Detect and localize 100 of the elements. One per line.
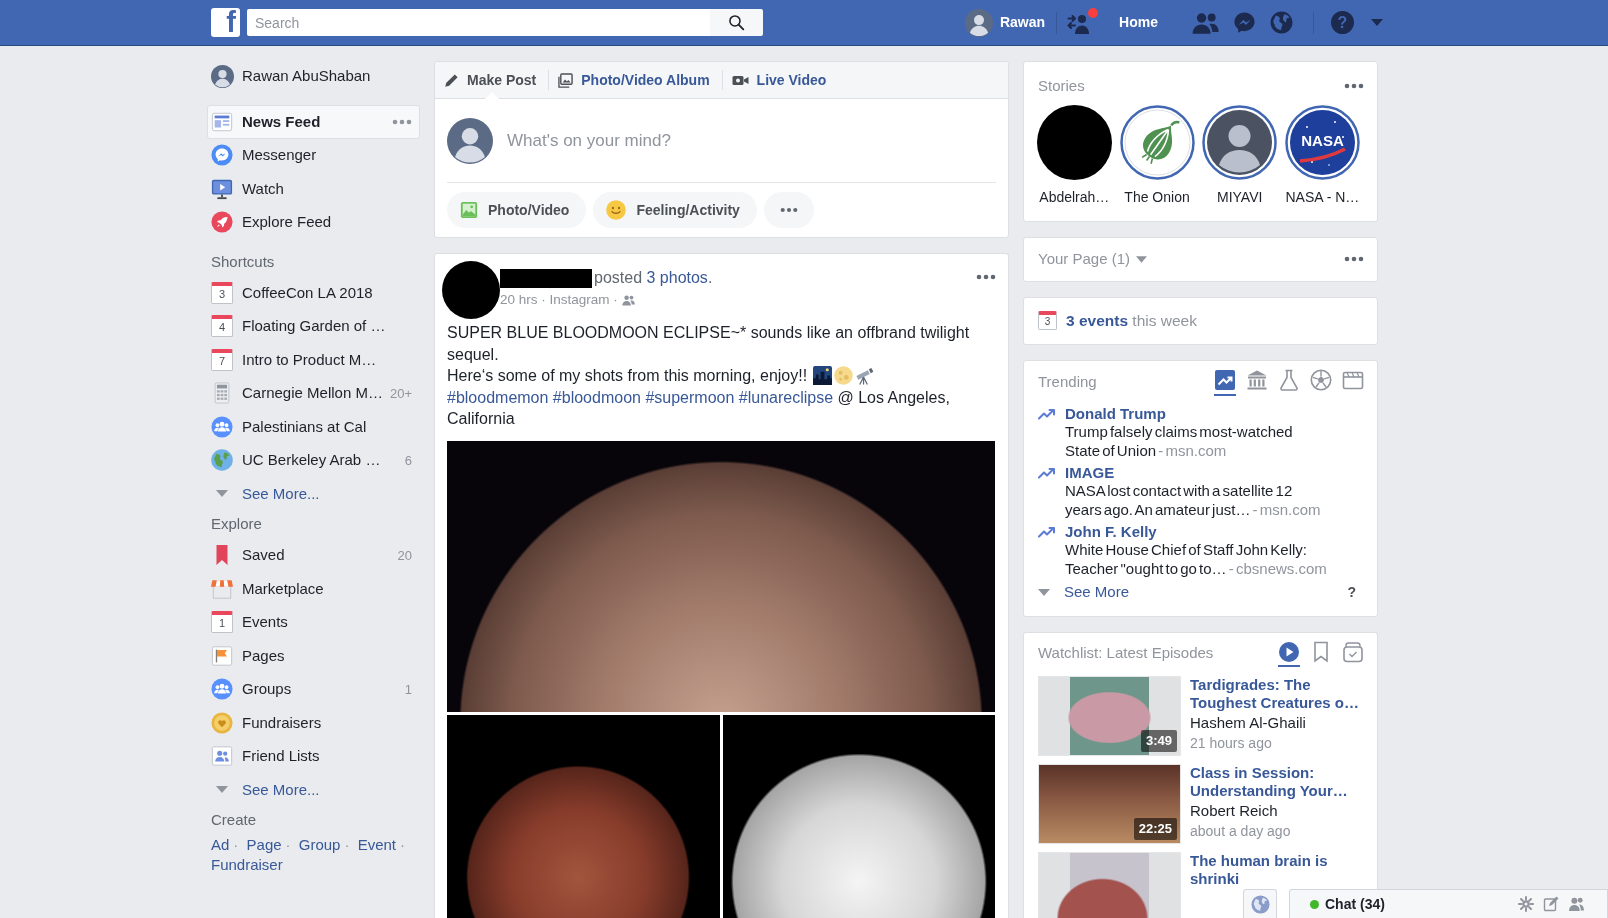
globe-icon (1250, 894, 1270, 914)
create-link[interactable]: Group (298, 835, 341, 853)
sidebar-link[interactable]: UC Berkeley Arab … 6 (207, 443, 420, 477)
duration-label: 3:49 (1140, 730, 1177, 752)
photo-album-icon (558, 72, 574, 88)
calendar-icon: 3 (1038, 311, 1057, 330)
more-button[interactable] (763, 192, 814, 228)
separator-dot: · (400, 835, 405, 853)
story-item[interactable]: The Onion (1115, 105, 1199, 216)
caret-icon (216, 490, 228, 498)
sidebar-link[interactable]: Messenger (207, 138, 420, 172)
post-input-field[interactable]: What's on your mind? (507, 127, 996, 154)
heart-coin-icon (211, 711, 233, 734)
see-more-link[interactable]: See More... (207, 773, 420, 807)
category-tab[interactable] (1278, 640, 1300, 667)
compose-icon[interactable] (1543, 896, 1559, 912)
moon-photo[interactable] (447, 440, 995, 712)
sidebar-link[interactable]: 1 Events (207, 605, 420, 639)
more-icon[interactable] (1344, 256, 1364, 263)
sidebar-link[interactable]: Saved 20 (207, 538, 420, 572)
composer-tab[interactable]: Photo/Video Album (549, 62, 722, 98)
sidebar-link[interactable]: Pages (207, 639, 420, 673)
trend-chart-icon (1214, 369, 1236, 391)
hashtag-link[interactable]: #supermoon (645, 388, 735, 406)
more-icon[interactable] (976, 274, 996, 280)
sidebar-link[interactable]: Friend Lists (207, 739, 420, 773)
video-thumbnail[interactable]: 3:49 (1038, 675, 1181, 756)
site-logo[interactable]: f (211, 8, 240, 37)
people-icon[interactable] (1568, 896, 1585, 912)
sidebar-link[interactable]: 3 CoffeeCon LA 2018 (207, 276, 420, 310)
sidebar-link[interactable]: Fundraisers (207, 706, 420, 740)
more-icon[interactable] (392, 118, 412, 125)
post-text: SUPER BLUE BLOODMOON ECLIPSE~* sounds like an offbrand twilight sequel. (447, 323, 971, 365)
sidebar-link[interactable]: 7 Intro to Product M… (207, 343, 420, 377)
trending-topic-link[interactable]: Donald Trump (1065, 404, 1166, 424)
caret-icon (1038, 589, 1050, 597)
see-more-link[interactable]: See More (1064, 581, 1130, 604)
feeling-activity-button[interactable]: Feeling/Activity (593, 192, 757, 228)
search-field[interactable]: Search (247, 9, 710, 36)
play-circle-icon (1278, 640, 1300, 663)
friends-icon[interactable] (1192, 10, 1219, 35)
duration-label: 22:25 (1133, 818, 1177, 840)
moon-photo[interactable] (722, 714, 995, 918)
create-link[interactable]: Ad (211, 835, 230, 853)
profile-link[interactable]: Rawan AbuShaban (207, 61, 420, 92)
composer-tab[interactable]: Live Video (722, 62, 839, 98)
photo-video-button[interactable]: Photo/Video (447, 192, 587, 228)
profile-link[interactable]: Rawan (964, 8, 1046, 37)
chat-label: Chat (34) (1325, 894, 1385, 914)
sidebar-link[interactable]: Watch (207, 172, 420, 206)
create-link[interactable]: Event (357, 835, 396, 853)
settings-icon[interactable] (1518, 896, 1534, 912)
chat-bar[interactable]: Chat (34) (1289, 889, 1608, 918)
search-button[interactable] (710, 9, 763, 36)
government-building-icon (1246, 369, 1268, 391)
episode-title-link[interactable]: Tardigrades: The Toughest Creatures o… (1190, 675, 1364, 713)
sidebar-link[interactable]: Carnegie Mellon M… 20+ (207, 376, 420, 410)
caret-icon[interactable] (1371, 19, 1383, 26)
trending-topic-link[interactable]: John F. Kelly (1065, 522, 1157, 542)
see-more-link[interactable]: See More... (207, 477, 420, 511)
sidebar-link[interactable]: 4 Floating Garden of … (207, 309, 420, 343)
story-item[interactable]: Abdelrah… (1033, 105, 1116, 216)
trend-arrow-icon (1038, 407, 1056, 420)
onion-icon (1119, 105, 1195, 180)
hashtag-link[interactable]: #bloodmemon (447, 388, 549, 406)
story-item[interactable]: MIYAVI (1198, 105, 1282, 216)
hashtag-link[interactable]: #bloodmoon (552, 388, 641, 406)
sidebar-link[interactable]: Palestinians at Cal (207, 410, 420, 444)
search-icon (728, 14, 745, 31)
calendar-icon: 7 (211, 348, 233, 371)
category-tab[interactable] (1214, 368, 1236, 396)
episode-title-link[interactable]: Class in Session: Understanding Your… (1190, 763, 1364, 801)
sidebar-link[interactable]: Explore Feed (207, 205, 420, 239)
photos-link[interactable]: 3 photos (646, 269, 708, 286)
episode-author: Hashem Al-Ghaili (1190, 712, 1307, 733)
composer-tab[interactable]: Make Post (435, 62, 549, 98)
more-icon[interactable] (1344, 83, 1364, 89)
chat-bubble-icon[interactable] (1233, 11, 1256, 34)
hashtag-link[interactable]: #lunareclipse (738, 388, 834, 406)
trending-headline: Trump falsely claims most-watched State of Union- msn.com (1065, 423, 1294, 461)
smiley-icon (606, 200, 627, 220)
events-link[interactable]: 3 events (1066, 311, 1129, 329)
sidebar-link[interactable]: Groups 1 (207, 672, 420, 706)
home-link[interactable]: Home (1119, 12, 1158, 33)
avatar-icon (447, 117, 493, 164)
episode-title-link[interactable]: The human brain is shrinki (1190, 851, 1364, 889)
trending-topic-link[interactable]: IMAGE (1065, 463, 1115, 483)
video-thumbnail[interactable]: 22:25 (1038, 763, 1181, 844)
create-link[interactable]: Page (246, 835, 282, 853)
events-summary: 3 events this week (1066, 310, 1197, 331)
story-item[interactable]: NASA NASA - N… (1281, 105, 1364, 216)
sidebar-link[interactable]: Marketplace (207, 572, 420, 606)
audience-friends-icon[interactable] (621, 294, 635, 307)
create-link[interactable]: Fundraiser (211, 855, 283, 873)
globe-icon[interactable] (1270, 11, 1293, 34)
sidebar-link[interactable]: News Feed (207, 105, 420, 139)
help-link[interactable]: ? (1347, 582, 1356, 604)
calculator-icon (211, 382, 233, 405)
globe-button[interactable] (1243, 889, 1277, 918)
video-thumbnail[interactable] (1038, 851, 1181, 918)
